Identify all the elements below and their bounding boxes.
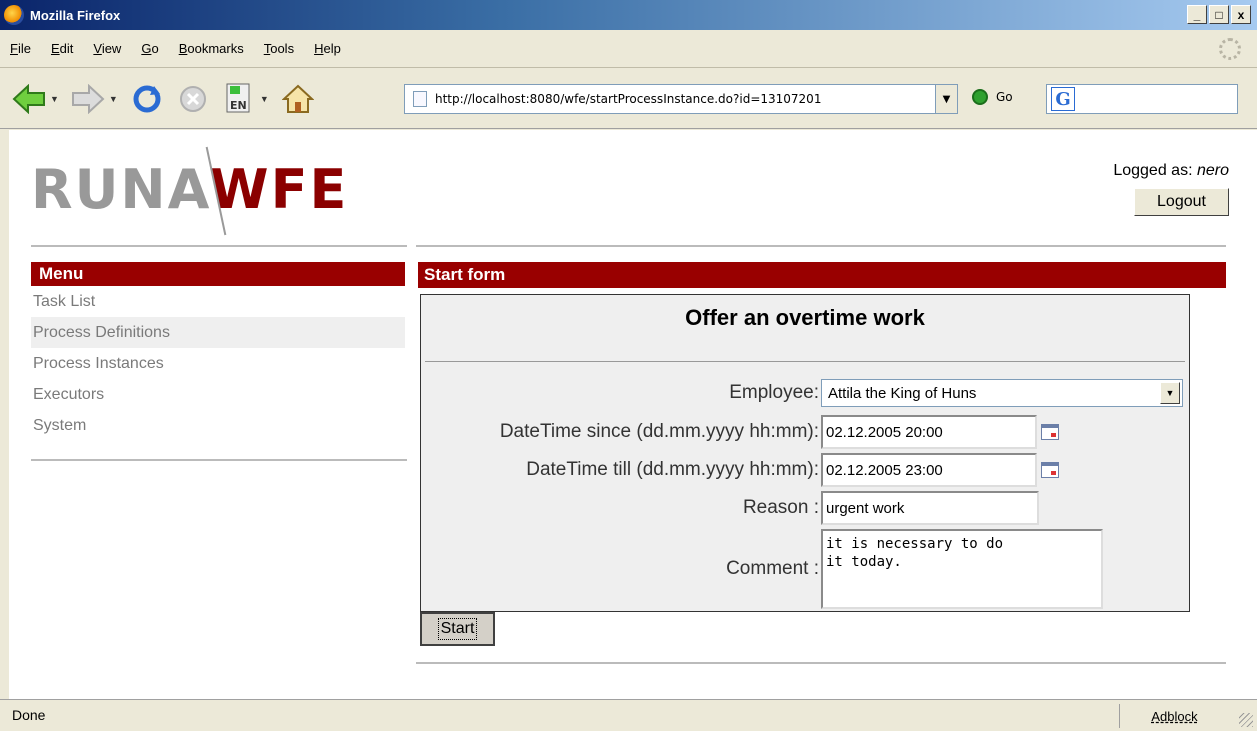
language-button[interactable]: EN bbox=[222, 82, 256, 116]
close-button[interactable]: x bbox=[1231, 5, 1251, 24]
comment-label: Comment : bbox=[726, 558, 819, 579]
firefox-icon bbox=[4, 5, 24, 25]
sidebar-item-process-instances[interactable]: Process Instances bbox=[31, 348, 405, 379]
runawfe-logo: RUNAWFE bbox=[31, 158, 348, 221]
sidebar-item-task-list[interactable]: Task List bbox=[31, 286, 405, 317]
menu-view[interactable]: View bbox=[93, 41, 121, 56]
chevron-down-icon[interactable]: ▼ bbox=[1160, 382, 1180, 404]
menu-file[interactable]: File bbox=[10, 41, 31, 56]
url-text[interactable]: http://localhost:8080/wfe/startProcessIn… bbox=[435, 92, 821, 106]
reason-row: Reason : urgent work bbox=[421, 491, 1039, 525]
back-dropdown-icon[interactable]: ▼ bbox=[50, 94, 59, 104]
logout-button[interactable]: Logout bbox=[1134, 188, 1229, 216]
sidebar-item-executors[interactable]: Executors bbox=[31, 379, 405, 410]
employee-selected-value: Attila the King of Huns bbox=[828, 384, 977, 402]
sidebar-divider bbox=[31, 459, 407, 461]
stop-button[interactable] bbox=[176, 82, 210, 116]
since-row: DateTime since (dd.mm.yyyy hh:mm): 02.12… bbox=[421, 415, 1059, 449]
employee-row: Employee: Attila the King of Huns ▼ bbox=[421, 379, 1183, 407]
menu-go[interactable]: Go bbox=[141, 41, 158, 56]
employee-label: Employee: bbox=[729, 382, 819, 403]
comment-row: Comment : it is necessary to do it today… bbox=[421, 529, 1103, 609]
status-bar: Done Adblock bbox=[0, 699, 1257, 731]
logged-as-label: Logged as: bbox=[1113, 162, 1193, 179]
page-content: RUNAWFE Logged as: nero Logout Menu Task… bbox=[9, 130, 1257, 699]
forward-button[interactable] bbox=[71, 82, 105, 116]
maximize-button[interactable]: □ bbox=[1209, 5, 1229, 24]
adblock-button[interactable]: Adblock bbox=[1119, 704, 1229, 728]
resize-grip-icon[interactable] bbox=[1239, 713, 1253, 727]
till-label: DateTime till (dd.mm.yyyy hh:mm): bbox=[526, 459, 819, 480]
employee-select[interactable]: Attila the King of Huns ▼ bbox=[821, 379, 1183, 407]
url-bar[interactable]: http://localhost:8080/wfe/startProcessIn… bbox=[404, 84, 958, 114]
start-form: Offer an overtime work Employee: Attila … bbox=[420, 294, 1190, 612]
google-search-icon[interactable]: G bbox=[1051, 87, 1075, 111]
url-dropdown-icon[interactable]: ▼ bbox=[935, 85, 957, 113]
menu-edit[interactable]: Edit bbox=[51, 41, 73, 56]
header-divider-left bbox=[31, 245, 407, 247]
comment-textarea[interactable]: it is necessary to do it today. bbox=[821, 529, 1103, 609]
back-arrow-icon bbox=[12, 83, 45, 114]
window-title-bar: Mozilla Firefox _ □ x bbox=[0, 0, 1257, 30]
window-title: Mozilla Firefox bbox=[30, 7, 121, 23]
start-form-section: Start form Offer an overtime work Employ… bbox=[418, 262, 1226, 646]
sidebar-menu: Menu Task List Process Definitions Proce… bbox=[31, 262, 405, 441]
language-dropdown-icon[interactable]: ▼ bbox=[260, 94, 269, 104]
logged-as-text: Logged as: nero bbox=[1113, 162, 1229, 180]
forward-dropdown-icon[interactable]: ▼ bbox=[109, 94, 118, 104]
minimize-button[interactable]: _ bbox=[1187, 5, 1207, 24]
reload-icon bbox=[133, 85, 161, 112]
since-label: DateTime since (dd.mm.yyyy hh:mm): bbox=[499, 421, 819, 442]
svg-text:EN: EN bbox=[230, 99, 247, 112]
forward-arrow-icon bbox=[71, 83, 105, 114]
status-text: Done bbox=[12, 707, 46, 723]
start-button-label: Start bbox=[437, 618, 478, 640]
go-button[interactable]: Go bbox=[972, 89, 1013, 105]
navigation-toolbar: ▼ ▼ EN ▼ http://localhost:8080/wfe/start… bbox=[0, 69, 1257, 129]
reload-button[interactable] bbox=[130, 82, 164, 116]
since-input[interactable]: 02.12.2005 20:00 bbox=[821, 415, 1037, 449]
stop-icon bbox=[179, 85, 206, 112]
go-icon bbox=[972, 89, 988, 105]
sidebar-item-system[interactable]: System bbox=[31, 410, 405, 441]
home-button[interactable] bbox=[281, 82, 315, 116]
logo-wfe: WFE bbox=[209, 158, 349, 221]
form-title: Offer an overtime work bbox=[685, 305, 925, 330]
window-controls: _ □ x bbox=[1187, 5, 1251, 24]
till-input[interactable]: 02.12.2005 23:00 bbox=[821, 453, 1037, 487]
throbber-icon bbox=[1219, 38, 1241, 60]
start-form-header: Start form bbox=[418, 262, 1226, 288]
logo-runa: RUNA bbox=[31, 158, 209, 221]
language-en-icon: EN bbox=[226, 83, 250, 112]
calendar-icon[interactable] bbox=[1041, 462, 1059, 478]
menu-help[interactable]: Help bbox=[314, 41, 341, 56]
calendar-icon[interactable] bbox=[1041, 424, 1059, 440]
reason-label: Reason : bbox=[742, 497, 819, 518]
till-row: DateTime till (dd.mm.yyyy hh:mm): 02.12.… bbox=[421, 453, 1059, 487]
menu-bar: File Edit View Go Bookmarks Tools Help bbox=[0, 30, 1257, 68]
search-input[interactable]: G bbox=[1046, 84, 1238, 114]
header-divider-right bbox=[416, 245, 1226, 247]
menu-tools[interactable]: Tools bbox=[264, 41, 294, 56]
footer-divider bbox=[416, 662, 1226, 664]
form-separator bbox=[425, 361, 1185, 362]
back-button[interactable] bbox=[12, 82, 46, 116]
username: nero bbox=[1196, 162, 1229, 179]
start-button[interactable]: Start bbox=[420, 612, 495, 646]
menu-title: Menu bbox=[31, 262, 405, 286]
menu-bookmarks[interactable]: Bookmarks bbox=[179, 41, 244, 56]
home-icon bbox=[281, 84, 314, 113]
reason-input[interactable]: urgent work bbox=[821, 491, 1039, 525]
sidebar-item-process-definitions[interactable]: Process Definitions bbox=[31, 317, 405, 348]
go-label: Go bbox=[996, 90, 1013, 104]
page-icon bbox=[413, 91, 427, 107]
